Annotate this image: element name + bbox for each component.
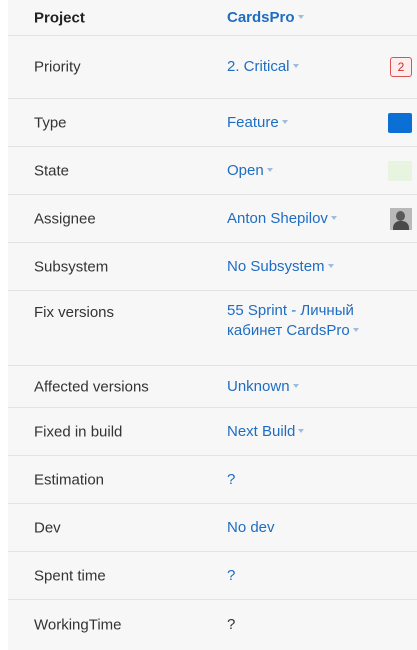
subsystem-dropdown[interactable]: No Subsystem <box>227 257 334 277</box>
field-label-dev: Dev <box>34 519 61 536</box>
assignee-value: Anton Shepilov <box>227 209 328 227</box>
field-label-assignee: Assignee <box>34 210 96 227</box>
field-row-working-time: WorkingTime ? <box>8 600 417 650</box>
field-label-fixed-in-build: Fixed in build <box>34 423 123 440</box>
affected-versions-value: Unknown <box>227 377 290 395</box>
chevron-down-icon <box>266 167 273 172</box>
chevron-down-icon <box>281 119 288 124</box>
field-row-fixed-in-build: Fixed in build Next Build <box>8 408 417 456</box>
field-row-type: Type Feature <box>8 99 417 147</box>
field-label-fix-versions: Fix versions <box>34 304 115 321</box>
field-label-working-time: WorkingTime <box>34 616 122 634</box>
field-label-affected-versions: Affected versions <box>34 378 149 395</box>
affected-versions-dropdown[interactable]: Unknown <box>227 377 299 397</box>
state-dropdown[interactable]: Open <box>227 161 273 181</box>
type-dropdown[interactable]: Feature <box>227 113 288 133</box>
field-label-project: Project <box>34 9 85 26</box>
dev-value[interactable]: No dev <box>227 518 275 538</box>
field-row-state: State Open <box>8 147 417 195</box>
fixed-in-build-dropdown[interactable]: Next Build <box>227 422 305 442</box>
chevron-down-icon <box>297 14 304 19</box>
priority-dropdown[interactable]: 2. Critical <box>227 57 299 77</box>
issue-fields-panel: Project CardsPro Priority 2. Critical 2 … <box>8 0 417 650</box>
field-label-spent-time: Spent time <box>34 567 106 584</box>
field-row-assignee: Assignee Anton Shepilov <box>8 195 417 243</box>
chevron-down-icon <box>330 215 337 220</box>
fix-versions-dropdown[interactable]: 55 Sprint - Личный кабинет CardsPro <box>227 301 397 341</box>
spent-time-value[interactable]: ? <box>227 566 235 586</box>
field-row-spent-time: Spent time ? <box>8 552 417 600</box>
state-color-swatch <box>388 160 412 181</box>
assignee-dropdown[interactable]: Anton Shepilov <box>227 209 337 229</box>
field-row-fix-versions: Fix versions 55 Sprint - Личный кабинет C… <box>8 291 417 366</box>
field-label-estimation: Estimation <box>34 471 105 488</box>
field-label-subsystem: Subsystem <box>34 258 109 275</box>
chevron-down-icon <box>352 328 359 333</box>
fix-versions-value-line2: кабинет CardsPro <box>227 322 350 339</box>
fixed-in-build-value: Next Build <box>227 422 296 440</box>
fix-versions-value-line1: 55 Sprint - Личный <box>227 302 354 319</box>
field-row-priority: Priority 2. Critical 2 <box>8 36 417 99</box>
project-value: CardsPro <box>227 8 295 26</box>
chevron-down-icon <box>292 383 299 388</box>
type-color-swatch <box>388 112 412 133</box>
field-label-priority: Priority <box>34 58 81 76</box>
chevron-down-icon <box>292 64 299 69</box>
type-value: Feature <box>227 113 279 131</box>
chevron-down-icon <box>327 263 334 268</box>
field-row-estimation: Estimation ? <box>8 456 417 504</box>
field-label-type: Type <box>34 114 67 131</box>
subsystem-value: No Subsystem <box>227 257 325 275</box>
field-label-state: State <box>34 162 70 179</box>
field-row-affected-versions: Affected versions Unknown <box>8 366 417 408</box>
field-row-subsystem: Subsystem No Subsystem <box>8 243 417 291</box>
field-row-project: Project CardsPro <box>8 0 417 36</box>
working-time-value[interactable]: ? <box>227 615 235 635</box>
state-value: Open <box>227 161 264 179</box>
priority-badge: 2 <box>390 57 412 77</box>
user-avatar-icon <box>390 207 412 230</box>
project-dropdown[interactable]: CardsPro <box>227 8 304 28</box>
estimation-value[interactable]: ? <box>227 470 235 490</box>
chevron-down-icon <box>298 428 305 433</box>
field-row-dev: Dev No dev <box>8 504 417 552</box>
priority-value: 2. Critical <box>227 58 290 75</box>
